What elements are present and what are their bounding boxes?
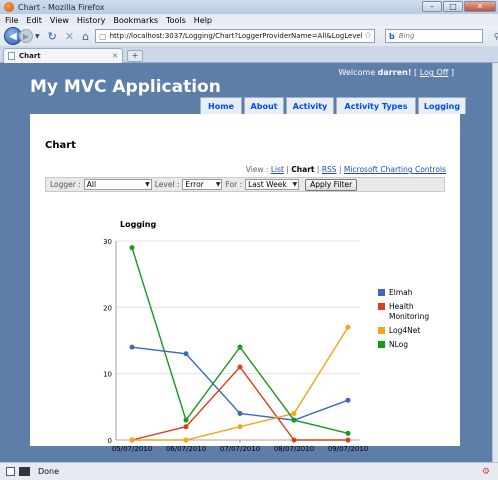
- data-point: [237, 364, 243, 370]
- legend-label: Health Monitoring: [389, 302, 429, 321]
- x-tick-label: 05/07/2010: [112, 445, 152, 453]
- menu-history[interactable]: History: [77, 16, 105, 25]
- logoff-link[interactable]: Log Off: [420, 68, 449, 77]
- menu-bar: File Edit View History Bookmarks Tools H…: [0, 14, 498, 26]
- window-title: Chart - Mozilla Firefox: [18, 2, 105, 12]
- history-dropdown-icon[interactable]: ▼: [35, 33, 40, 40]
- menu-logging[interactable]: Logging: [418, 97, 466, 114]
- series-line: [131, 247, 349, 435]
- menu-help[interactable]: Help: [194, 16, 212, 25]
- legend-swatch: [378, 327, 385, 334]
- site-menu: Home About Activity Activity Types Loggi…: [200, 97, 466, 114]
- url-text[interactable]: http://localhost:3037/Logging/Chart?Logg…: [110, 32, 362, 40]
- data-point: [291, 410, 297, 416]
- data-point: [345, 430, 351, 436]
- legend-swatch: [378, 303, 385, 310]
- forward-arrow-icon[interactable]: ▶: [19, 29, 33, 43]
- page-viewport: Welcome darren! [ Log Off ] My MVC Appli…: [0, 63, 492, 462]
- data-point: [183, 424, 189, 430]
- tab-strip: Chart ✕ +: [0, 46, 498, 63]
- data-point: [237, 410, 243, 416]
- app-title: My MVC Application: [30, 77, 221, 97]
- minimize-button[interactable]: –: [422, 1, 442, 12]
- search-input[interactable]: [398, 32, 494, 40]
- menu-about[interactable]: About: [244, 97, 284, 114]
- reload-icon[interactable]: ↻: [48, 30, 57, 43]
- stop-icon[interactable]: ✕: [65, 30, 74, 43]
- bookmark-star-icon[interactable]: ☆: [364, 31, 372, 41]
- bing-engine-icon[interactable]: b: [389, 32, 395, 41]
- welcome-mark: !: [407, 68, 412, 77]
- data-point: [129, 437, 135, 443]
- series-line: [132, 326, 349, 441]
- tab-page-icon: [8, 52, 15, 60]
- navigation-toolbar: ◀ ▶ ▼ ↻ ✕ ⌂ ▢ http://localhost:3037/Logg…: [0, 26, 498, 46]
- window-controls: – □ ✕: [422, 1, 496, 12]
- series-line: [131, 346, 349, 421]
- data-point: [345, 437, 351, 443]
- data-point: [291, 437, 297, 443]
- menu-view[interactable]: View: [50, 16, 69, 25]
- data-point: [237, 424, 243, 430]
- x-tick-label: 08/07/2010: [274, 445, 314, 453]
- menu-activity-types[interactable]: Activity Types: [336, 97, 416, 114]
- data-point: [183, 437, 189, 443]
- legend-label: Elmah: [389, 288, 413, 297]
- status-text: Done: [38, 467, 60, 476]
- y-tick-label: 30: [103, 238, 112, 246]
- legend-swatch: [378, 341, 385, 348]
- y-tick-label: 20: [103, 304, 112, 312]
- bracket-close: ]: [450, 68, 454, 77]
- home-icon[interactable]: ⌂: [82, 30, 89, 43]
- chart-title: Logging: [120, 220, 156, 229]
- search-box[interactable]: b ⚲: [385, 29, 498, 43]
- data-point: [291, 417, 297, 423]
- menu-edit[interactable]: Edit: [26, 16, 42, 25]
- vertical-scrollbar[interactable]: [492, 63, 498, 462]
- tab-close-icon[interactable]: ✕: [112, 52, 118, 60]
- menu-activity[interactable]: Activity: [286, 97, 334, 114]
- data-point: [183, 351, 189, 357]
- welcome-prefix: Welcome: [338, 68, 376, 77]
- page-icon: ▢: [99, 31, 107, 41]
- status-page-icon: [6, 467, 15, 476]
- status-device-icon: [19, 467, 30, 476]
- close-button[interactable]: ✕: [464, 1, 496, 12]
- menu-home[interactable]: Home: [200, 97, 242, 114]
- chart-svg: Logging 0 10 20 30 05/07/2010 06/07/2010 07/07…: [103, 220, 429, 453]
- x-tick-label: 07/07/2010: [220, 445, 260, 453]
- window-titlebar: Chart - Mozilla Firefox – □ ✕: [0, 0, 498, 14]
- addon-icon[interactable]: ⚙: [482, 467, 490, 477]
- firefox-logo-icon: [4, 2, 14, 12]
- username: darren: [377, 68, 408, 77]
- y-tick-label: 0: [108, 437, 112, 445]
- url-bar[interactable]: ▢ http://localhost:3037/Logging/Chart?Lo…: [95, 29, 376, 43]
- legend-swatch: [378, 289, 385, 296]
- main-content: Chart View : List | Chart | RSS | Micros…: [30, 114, 460, 453]
- data-point: [129, 344, 135, 350]
- data-point: [345, 397, 351, 403]
- data-point: [345, 324, 351, 330]
- legend-label: NLog: [389, 340, 408, 349]
- menu-bookmarks[interactable]: Bookmarks: [113, 16, 158, 25]
- menu-tools[interactable]: Tools: [166, 16, 186, 25]
- x-tick-label: 09/07/2010: [328, 445, 368, 453]
- welcome-text: Welcome darren! [ Log Off ]: [339, 68, 454, 77]
- tab-chart[interactable]: Chart ✕: [3, 48, 123, 63]
- legend-label: Log4Net: [389, 326, 420, 335]
- data-point: [237, 344, 243, 350]
- tab-label: Chart: [19, 52, 41, 60]
- status-bar: Done ⚙: [0, 462, 498, 480]
- search-icon[interactable]: ⚲: [494, 32, 498, 41]
- x-tick-label: 06/07/2010: [166, 445, 206, 453]
- data-point: [129, 245, 135, 251]
- y-tick-label: 10: [103, 371, 112, 379]
- new-tab-button[interactable]: +: [127, 50, 143, 62]
- maximize-button[interactable]: □: [443, 1, 463, 12]
- data-point: [183, 417, 189, 423]
- menu-file[interactable]: File: [5, 16, 18, 25]
- bracket-open: [: [414, 68, 418, 77]
